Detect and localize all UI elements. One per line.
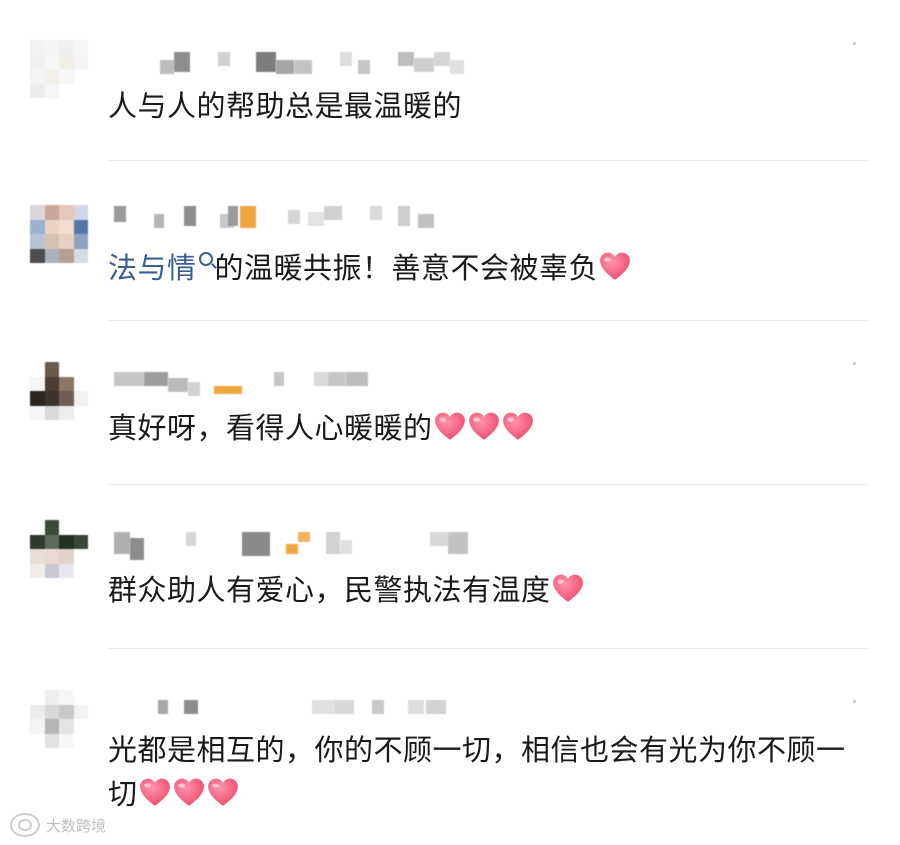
- divider: [108, 648, 870, 649]
- username-blurred[interactable]: [108, 532, 708, 560]
- heart-icon: [552, 574, 583, 602]
- heart-icon: [139, 778, 170, 806]
- divider: [108, 320, 870, 321]
- search-icon[interactable]: [198, 252, 213, 266]
- heart-icon: [502, 412, 533, 440]
- more-icon[interactable]: [853, 42, 856, 45]
- username-blurred[interactable]: [108, 52, 708, 78]
- username-blurred[interactable]: [108, 700, 708, 726]
- heart-icon: [600, 252, 630, 280]
- divider: [108, 160, 870, 161]
- more-icon[interactable]: [853, 362, 856, 365]
- comment-text-content: 真好呀，看得人心暖暖的: [108, 411, 433, 445]
- heart-icon: [173, 778, 204, 806]
- watermark-text: 大数跨境: [46, 816, 107, 835]
- avatar[interactable]: [30, 40, 88, 98]
- heart-icon: [468, 412, 499, 440]
- topic-link[interactable]: 法与情: [108, 251, 197, 285]
- watermark-logo-icon: [10, 813, 40, 837]
- heart-icon: [434, 412, 465, 440]
- avatar[interactable]: [30, 362, 88, 420]
- comment-text-content: 的温暖共振！善意不会被辜负: [214, 251, 599, 285]
- username-blurred[interactable]: [108, 206, 708, 232]
- divider: [108, 484, 870, 485]
- avatar[interactable]: [30, 690, 88, 748]
- comment-list: 人与人的帮助总是最温暖的 法与情 的温暖共振！善意不会被辜负 真好呀，看得人心暖…: [0, 0, 900, 845]
- comment-text: 光都是相互的，你的不顾一切，相信也会有光为你不顾一切: [108, 728, 870, 816]
- username-blurred[interactable]: [108, 372, 708, 398]
- watermark: 大数跨境: [10, 813, 106, 837]
- avatar[interactable]: [30, 205, 88, 263]
- avatar[interactable]: [30, 520, 88, 578]
- comment-text-content: 群众助人有爱心，民警执法有温度: [108, 573, 551, 607]
- comment-text: 群众助人有爱心，民警执法有温度: [108, 568, 870, 612]
- comment-text-content: 人与人的帮助总是最温暖的: [108, 89, 463, 123]
- comment-text: 法与情 的温暖共振！善意不会被辜负: [108, 246, 870, 290]
- heart-icon: [207, 778, 238, 806]
- comment-text: 真好呀，看得人心暖暖的: [108, 406, 870, 450]
- comment-text: 人与人的帮助总是最温暖的: [108, 84, 870, 128]
- more-icon[interactable]: [853, 700, 856, 703]
